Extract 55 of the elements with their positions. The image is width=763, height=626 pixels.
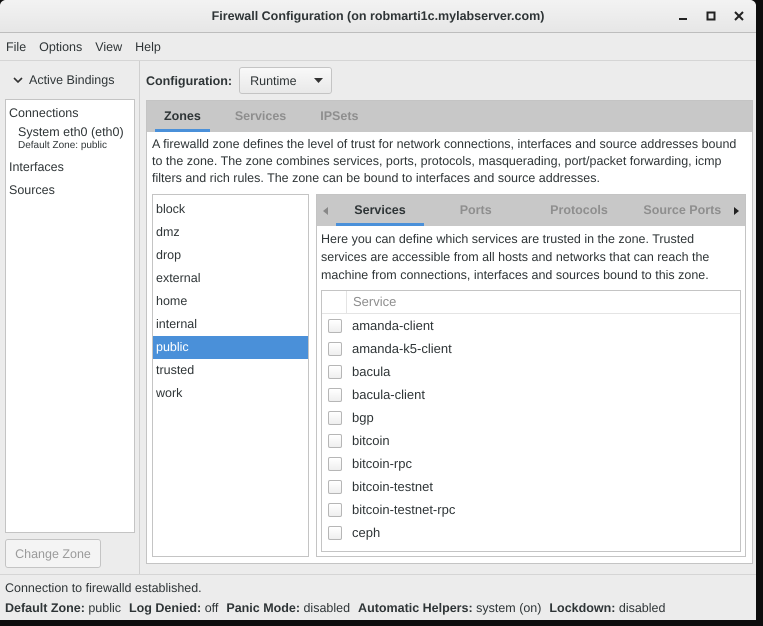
menu-item[interactable]: View bbox=[95, 40, 122, 54]
window-title: Firewall Configuration (on robmarti1c.mylabserver.com) bbox=[212, 9, 544, 23]
table-cell: amanda-client bbox=[352, 318, 434, 333]
table-cell: bitcoin bbox=[352, 433, 390, 448]
zone-note: Default Zone: public bbox=[17, 140, 108, 151]
tree-item[interactable]: System eth0 (eth0) bbox=[9, 125, 131, 140]
menu-item[interactable]: File bbox=[6, 40, 26, 54]
status-message: Connection to firewalld established. bbox=[5, 580, 203, 597]
caret-icon bbox=[314, 78, 323, 83]
maximize-icon[interactable] bbox=[706, 11, 716, 21]
checkbox[interactable] bbox=[328, 318, 342, 332]
zone-item[interactable]: dmz bbox=[153, 221, 308, 244]
zone-item[interactable]: drop bbox=[153, 244, 308, 267]
status-field: Automatic Helpers: system (on) bbox=[358, 598, 542, 618]
checkbox[interactable] bbox=[328, 388, 342, 402]
table-cell: bitcoin-testnet-rpc bbox=[352, 502, 456, 517]
status-field: Panic Mode: disabled bbox=[226, 598, 350, 618]
status-field: Log Denied: off bbox=[129, 598, 218, 618]
expander[interactable]: Active Bindings bbox=[5, 61, 135, 99]
table-cell: ceph bbox=[352, 525, 380, 540]
table-cell: bitcoin-rpc bbox=[352, 456, 412, 471]
tree-item[interactable]: Sources bbox=[9, 179, 131, 202]
zone-item[interactable]: block bbox=[153, 198, 308, 221]
menu-item[interactable]: Options bbox=[39, 40, 82, 54]
checkbox[interactable] bbox=[328, 502, 342, 516]
table-cell: bacula-client bbox=[352, 387, 425, 402]
zone-item[interactable]: external bbox=[153, 267, 308, 290]
tree-item[interactable]: Interfaces bbox=[9, 156, 131, 179]
table-cell: bacula bbox=[352, 364, 390, 379]
status-field: Lockdown: disabled bbox=[549, 598, 666, 618]
zone-item[interactable]: home bbox=[153, 290, 308, 313]
configuration-label: Configuration: bbox=[146, 74, 232, 88]
status-field: Default Zone: public bbox=[5, 598, 121, 618]
checkbox[interactable] bbox=[328, 480, 342, 494]
zone-item[interactable]: internal bbox=[153, 313, 308, 336]
tab[interactable]: Services bbox=[336, 195, 424, 226]
scroll-right-icon[interactable] bbox=[734, 206, 739, 214]
checkbox[interactable] bbox=[328, 434, 342, 448]
table-cell: bgp bbox=[352, 410, 374, 425]
scroll-left-icon[interactable] bbox=[323, 206, 328, 214]
services-description: Here you can define which services are trusted in the zone. Trusted services are accessible from all hosts and networks that can reach the machine from connections, interfaces and sources bound to this zone. bbox=[321, 231, 710, 284]
checkbox[interactable] bbox=[328, 456, 342, 470]
zone-item[interactable]: trusted bbox=[153, 359, 308, 382]
table-cell: bitcoin-testnet bbox=[352, 479, 433, 494]
menu-item[interactable]: Help bbox=[135, 40, 161, 54]
zone-description: A firewalld zone defines the level of trust for network connections, interfaces and source addresses bound to the zone. The zone combines services, ports, protocols, masquerading, port/packet forwarding, icmp filters and rich rules. The zone can be bound to interfaces and source addresses. bbox=[152, 136, 738, 187]
checkbox[interactable] bbox=[328, 410, 342, 424]
zone-item[interactable]: work bbox=[153, 382, 308, 405]
configuration-dropdown[interactable]: Runtime bbox=[239, 67, 332, 94]
close-icon[interactable] bbox=[734, 11, 744, 21]
table-cell: amanda-k5-client bbox=[352, 341, 452, 356]
checkbox[interactable] bbox=[328, 526, 342, 540]
checkbox[interactable] bbox=[328, 364, 342, 378]
checkbox[interactable] bbox=[328, 342, 342, 356]
tree-item[interactable]: Connections bbox=[9, 102, 131, 125]
